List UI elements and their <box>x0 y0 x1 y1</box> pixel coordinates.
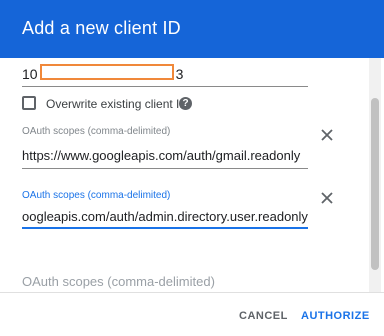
scrollbar-thumb[interactable] <box>371 98 379 270</box>
client-id-prefix: 10 <box>22 66 38 82</box>
help-icon[interactable]: ? <box>179 97 192 110</box>
oauth-scope-field-3: OAuth scopes (comma-delimited) <box>22 272 308 292</box>
dialog-header: Add a new client ID <box>0 0 384 58</box>
oauth-scope-input-2[interactable]: oogleapis.com/auth/admin.directory.user.… <box>22 209 308 224</box>
add-client-id-dialog: Add a new client ID 10 3 Overwrite existi… <box>0 0 384 336</box>
redaction-box <box>39 64 174 80</box>
footer-divider <box>0 292 384 293</box>
client-id-underline <box>22 86 308 87</box>
oauth-scope-underline-2 <box>22 227 308 229</box>
oauth-scope-field-2: OAuth scopes (comma-delimited) oogleapis… <box>22 190 308 230</box>
oauth-scope-input-1[interactable]: https://www.googleapis.com/auth/gmail.re… <box>22 148 308 163</box>
authorize-button[interactable]: AUTHORIZE <box>301 303 370 329</box>
overwrite-checkbox-label[interactable]: Overwrite existing client ID <box>46 97 188 111</box>
dialog-content: 10 3 Overwrite existing client ID ? OAuth… <box>0 58 368 292</box>
dialog-title: Add a new client ID <box>22 18 181 38</box>
oauth-scope-input-3[interactable]: OAuth scopes (comma-delimited) <box>22 274 215 289</box>
oauth-scope-field-1: OAuth scopes (comma-delimited) https://w… <box>22 126 308 172</box>
close-icon[interactable] <box>319 127 335 143</box>
oauth-scope-label-1: OAuth scopes (comma-delimited) <box>22 126 171 137</box>
client-id-input[interactable]: 10 3 <box>22 64 183 82</box>
oauth-scope-label-2: OAuth scopes (comma-delimited) <box>22 190 171 201</box>
client-id-suffix: 3 <box>175 66 184 82</box>
close-icon[interactable] <box>319 190 335 206</box>
cancel-button[interactable]: CANCEL <box>239 303 288 329</box>
oauth-scope-underline-1 <box>22 168 308 169</box>
overwrite-checkbox[interactable] <box>22 96 36 110</box>
